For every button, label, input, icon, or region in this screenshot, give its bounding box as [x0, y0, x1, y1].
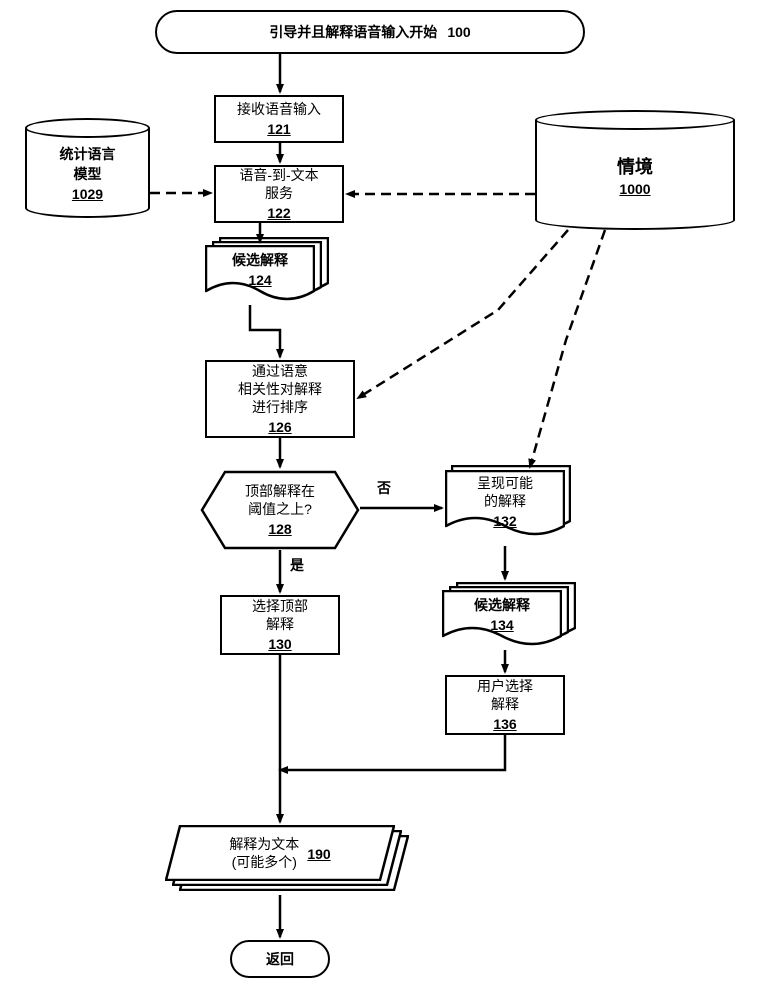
- db-context: 情境 1000: [535, 110, 735, 230]
- db-language-model: 统计语言 模型 1029: [25, 118, 150, 218]
- cand1-ref: 124: [248, 271, 271, 289]
- db-lm-ref: 1029: [72, 186, 103, 202]
- start-ref: 100: [447, 23, 470, 41]
- output-text: 解释为文本 (可能多个): [229, 835, 299, 871]
- cand2-ref: 134: [490, 616, 513, 634]
- step-receive-input: 接收语音输入 121: [214, 95, 344, 143]
- seltop-text: 选择顶部 解释: [252, 597, 308, 633]
- step-stt-service: 语音-到-文本 服务 122: [214, 165, 344, 223]
- step-select-top: 选择顶部 解释 130: [220, 595, 340, 655]
- doc-candidates-134: 候选解释 134: [442, 590, 577, 660]
- usersel-ref: 136: [493, 715, 516, 733]
- db-ctx-text: 情境: [617, 153, 653, 179]
- return-text: 返回: [266, 950, 294, 968]
- output-ref: 190: [307, 845, 330, 863]
- cand1-text: 候选解释: [232, 251, 288, 269]
- step-rank: 通过语意 相关性对解释 进行排序 126: [205, 360, 355, 438]
- receive-ref: 121: [267, 120, 290, 138]
- stt-ref: 122: [267, 204, 290, 222]
- seltop-ref: 130: [268, 635, 291, 653]
- decision-ref: 128: [268, 520, 291, 538]
- label-yes: 是: [288, 555, 306, 575]
- rank-ref: 126: [268, 418, 291, 436]
- present-text: 呈现可能 的解释: [477, 474, 533, 510]
- start-text: 引导并且解释语音输入开始: [269, 23, 437, 41]
- decision-text: 顶部解释在 阈值之上?: [245, 482, 315, 518]
- label-no: 否: [375, 478, 393, 498]
- stt-text: 语音-到-文本 服务: [239, 166, 318, 202]
- flowchart-canvas: 引导并且解释语音输入开始 100 统计语言 模型 1029 情境 1000 接收…: [10, 10, 759, 990]
- start-terminator: 引导并且解释语音输入开始 100: [155, 10, 585, 54]
- cand2-text: 候选解释: [474, 596, 530, 614]
- output-text-docs: 解释为文本 (可能多个) 190: [165, 825, 415, 900]
- return-terminator: 返回: [230, 940, 330, 978]
- doc-candidates-124: 候选解释 124: [205, 245, 330, 315]
- usersel-text: 用户选择 解释: [477, 677, 533, 713]
- db-lm-text: 统计语言 模型: [60, 144, 116, 184]
- present-ref: 132: [493, 512, 516, 530]
- receive-text: 接收语音输入: [237, 100, 321, 118]
- step-user-select: 用户选择 解释 136: [445, 675, 565, 735]
- db-ctx-ref: 1000: [619, 181, 650, 197]
- step-present-possible: 呈现可能 的解释 132: [445, 470, 575, 548]
- rank-text: 通过语意 相关性对解释 进行排序: [238, 362, 322, 417]
- decision-threshold: 顶部解释在 阈值之上? 128: [200, 470, 360, 550]
